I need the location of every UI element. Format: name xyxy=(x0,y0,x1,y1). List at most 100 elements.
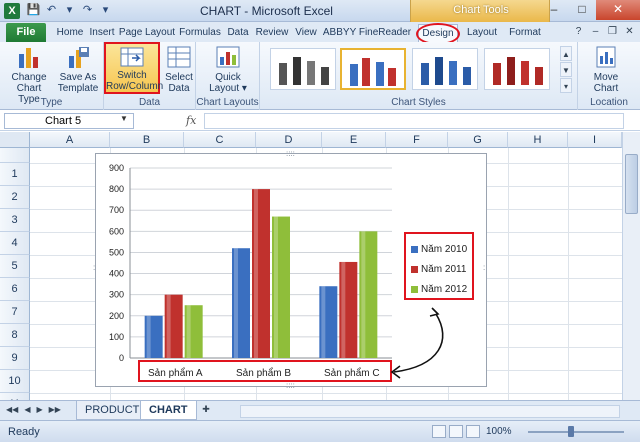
row-header[interactable] xyxy=(0,148,30,163)
resize-handle-left[interactable]: : xyxy=(93,264,95,272)
row-header[interactable]: 1 xyxy=(0,163,30,186)
switch-row-column-button[interactable]: Switch Row/Column xyxy=(104,42,163,94)
next-sheet-icon[interactable]: ▶ xyxy=(36,405,42,414)
customize-qat-icon[interactable]: ▾ xyxy=(98,3,113,18)
row-header[interactable]: 9 xyxy=(0,347,30,370)
row-header[interactable]: 11 xyxy=(0,393,30,400)
column-header[interactable]: C xyxy=(184,132,256,148)
chart-style-multicolor[interactable] xyxy=(340,48,406,90)
y-tick-label: 200 xyxy=(109,311,124,321)
select-data-button[interactable]: Select Data xyxy=(164,44,194,94)
bar-highlight xyxy=(274,216,278,358)
tab-format[interactable]: Format xyxy=(504,24,546,42)
save-as-template-icon xyxy=(69,47,89,68)
gallery-down-icon[interactable]: ▼ xyxy=(560,62,572,77)
zoom-slider-knob[interactable] xyxy=(568,426,574,437)
name-box-dropdown-icon[interactable]: ▼ xyxy=(120,114,128,123)
row-header[interactable]: 10 xyxy=(0,370,30,393)
column-header[interactable]: I xyxy=(568,132,622,148)
undo-icon[interactable]: ↶ xyxy=(44,3,59,18)
sheet-tab-product[interactable]: PRODUCT xyxy=(76,401,149,420)
tab-abbyy-finereader[interactable]: ABBYY FineReader 11 xyxy=(321,24,413,55)
column-header[interactable]: H xyxy=(508,132,568,148)
maximize-icon[interactable]: □ xyxy=(568,0,596,20)
save-icon[interactable]: 💾 xyxy=(26,3,41,18)
column-header[interactable]: G xyxy=(448,132,508,148)
tab-insert[interactable]: Insert xyxy=(87,24,117,42)
tab-review[interactable]: Review xyxy=(253,24,291,42)
chart-legend[interactable]: Năm 2010 Năm 2011 Năm 2012 xyxy=(404,232,474,300)
normal-view-icon[interactable] xyxy=(432,425,446,438)
move-chart-button[interactable]: Move Chart xyxy=(586,44,626,94)
category-axis-labels[interactable]: Sản phẩm A Sản phẩm B Sản phẩm C xyxy=(138,360,392,382)
column-header[interactable]: A xyxy=(30,132,110,148)
redo-icon[interactable]: ↷ xyxy=(80,3,95,18)
insert-function-icon[interactable]: fx xyxy=(186,114,196,127)
close-icon[interactable]: ✕ xyxy=(596,0,640,20)
name-box[interactable]: Chart 5 xyxy=(4,113,134,129)
annotation-arrow xyxy=(390,307,444,379)
column-header[interactable]: F xyxy=(386,132,448,148)
window-minimize-icon[interactable]: – xyxy=(589,25,602,38)
select-all-corner[interactable] xyxy=(0,132,30,148)
zoom-level[interactable]: 100% xyxy=(486,426,512,437)
sheet-tab-chart[interactable]: CHART xyxy=(140,401,197,420)
tab-page-layout[interactable]: Page Layout xyxy=(118,24,176,42)
row-header[interactable]: 7 xyxy=(0,301,30,324)
row-header[interactable]: 4 xyxy=(0,232,30,255)
legend-label: Năm 2011 xyxy=(421,264,467,275)
row-header[interactable]: 8 xyxy=(0,324,30,347)
row-header[interactable]: 6 xyxy=(0,278,30,301)
ribbon-right-controls: ? – ❐ ✕ xyxy=(572,25,636,38)
column-header[interactable]: E xyxy=(322,132,386,148)
row-header[interactable]: 5 xyxy=(0,255,30,278)
vertical-scrollbar[interactable] xyxy=(622,132,640,400)
grid-line xyxy=(30,393,622,394)
change-chart-type-button[interactable]: Change Chart Type xyxy=(6,44,52,105)
help-icon[interactable]: ? xyxy=(572,25,585,38)
dropdown-arrow-icon: ▾ xyxy=(241,83,247,94)
first-sheet-icon[interactable]: ◀◀ xyxy=(6,405,18,414)
dropdown-arrow-icon[interactable]: ▾ xyxy=(62,3,77,18)
last-sheet-icon[interactable]: ▶▶ xyxy=(49,405,61,414)
tab-layout[interactable]: Layout xyxy=(462,24,502,42)
excel-app-icon[interactable]: X xyxy=(4,3,20,19)
formula-input[interactable] xyxy=(204,113,624,129)
tab-file[interactable]: File xyxy=(6,23,46,42)
x-tick-label: Sản phẩm A xyxy=(148,368,203,379)
chart-style-red[interactable] xyxy=(484,48,550,90)
quick-layout-button[interactable]: Quick Layout ▾ xyxy=(202,44,254,94)
save-as-template-button[interactable]: Save As Template xyxy=(56,44,100,94)
page-layout-view-icon[interactable] xyxy=(449,425,463,438)
legend-entry-2010[interactable]: Năm 2010 xyxy=(411,244,467,255)
insert-worksheet-icon[interactable]: ✚ xyxy=(198,404,214,418)
location-group: Move Chart Location xyxy=(578,42,640,110)
column-header[interactable]: B xyxy=(110,132,184,148)
page-break-view-icon[interactable] xyxy=(466,425,480,438)
column-header[interactable]: D xyxy=(256,132,322,148)
save-as-template-label: Save As Template xyxy=(57,72,99,94)
window-restore-icon[interactable]: ❐ xyxy=(606,25,619,38)
gallery-more-icon[interactable]: ▾ xyxy=(560,78,572,93)
chart-style-multicolor-icon xyxy=(350,58,396,86)
vertical-scroll-thumb[interactable] xyxy=(625,154,638,214)
minimize-icon[interactable]: – xyxy=(540,0,568,20)
legend-entry-2011[interactable]: Năm 2011 xyxy=(411,264,466,275)
legend-entry-2012[interactable]: Năm 2012 xyxy=(411,284,467,295)
tab-formulas[interactable]: Formulas xyxy=(177,24,223,42)
zoom-slider[interactable] xyxy=(528,431,624,433)
chart-style-gray[interactable] xyxy=(270,48,336,90)
chart-style-red-icon xyxy=(493,57,543,85)
prev-sheet-icon[interactable]: ◀ xyxy=(24,405,30,414)
row-header[interactable]: 3 xyxy=(0,209,30,232)
window-close-icon[interactable]: ✕ xyxy=(623,25,636,38)
tab-home[interactable]: Home xyxy=(54,24,86,42)
chart-tools-label: Chart Tools xyxy=(453,4,509,16)
chart-style-blue[interactable] xyxy=(412,48,478,90)
gallery-up-icon[interactable]: ▲ xyxy=(560,46,572,61)
tab-view[interactable]: View xyxy=(292,24,320,42)
chart-style-gray-icon xyxy=(279,57,329,85)
row-header[interactable]: 2 xyxy=(0,186,30,209)
tab-data[interactable]: Data xyxy=(224,24,252,42)
horizontal-scrollbar[interactable] xyxy=(240,405,620,418)
